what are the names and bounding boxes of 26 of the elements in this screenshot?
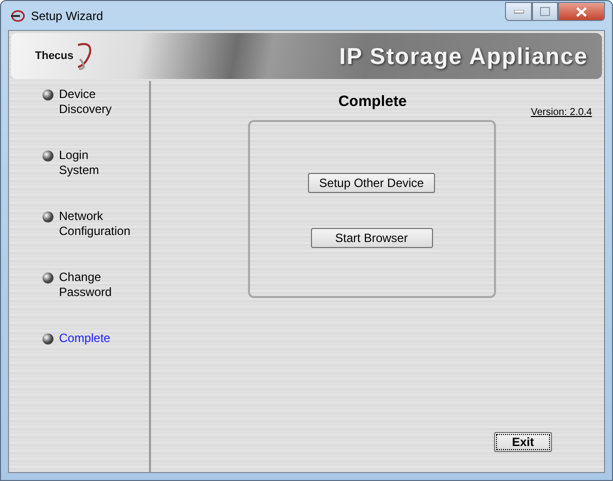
step-label: Network Configuration	[59, 209, 130, 239]
action-button[interactable]: Start Browser	[310, 228, 432, 248]
version-label: Version: 2.0.4	[530, 107, 592, 118]
step-label: Login System	[59, 148, 99, 178]
action-button[interactable]: Setup Other Device	[308, 173, 435, 193]
step-label: Device Discovery	[59, 87, 112, 117]
app-icon	[9, 8, 25, 24]
page-heading: Complete	[338, 93, 407, 110]
close-icon	[576, 6, 587, 16]
window-title: Setup Wizard	[31, 8, 104, 22]
minimize-button[interactable]	[505, 2, 532, 21]
maximize-icon	[540, 7, 550, 16]
exit-button[interactable]: Exit	[494, 432, 552, 452]
close-button[interactable]	[558, 2, 605, 21]
bullet-icon	[42, 272, 54, 284]
step-label: Change Password	[59, 270, 112, 300]
minimize-icon	[514, 10, 524, 14]
bullet-icon	[42, 333, 54, 345]
bullet-icon	[42, 89, 54, 101]
bullet-icon	[42, 211, 54, 223]
banner-title: IP Storage Appliance	[339, 42, 588, 70]
bullet-icon	[42, 150, 54, 162]
swoosh-icon	[76, 41, 94, 71]
maximize-button[interactable]	[532, 2, 558, 21]
logo-text: Thecus	[35, 50, 74, 62]
step-label: Complete	[59, 331, 110, 346]
